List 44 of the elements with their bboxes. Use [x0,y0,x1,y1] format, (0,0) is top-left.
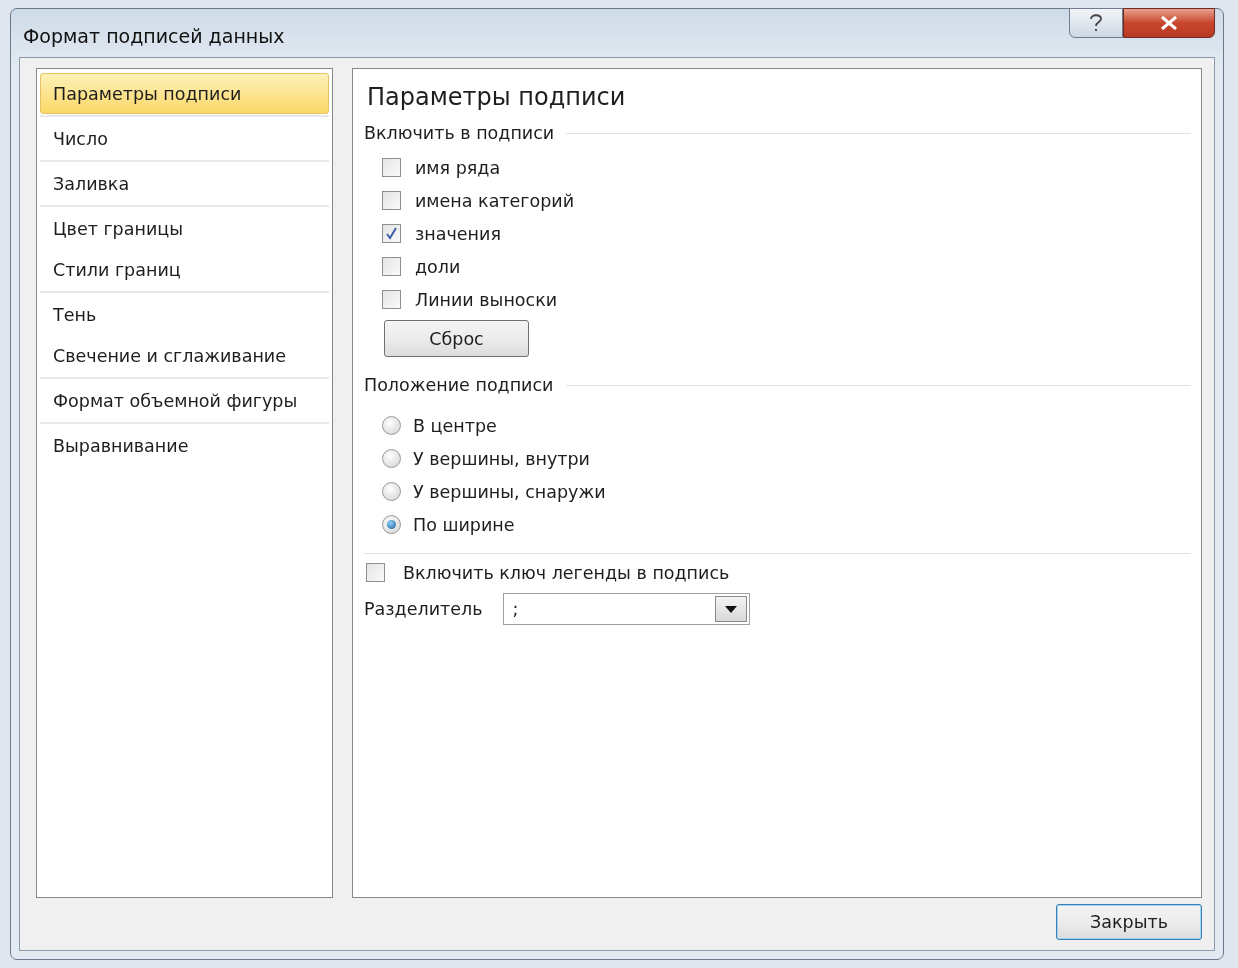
radio-label: По ширине [413,514,515,535]
help-button[interactable] [1069,8,1123,38]
radio-button[interactable] [382,515,401,534]
radio-label: У вершины, внутри [413,448,590,469]
category-item[interactable]: Формат объемной фигуры [40,380,329,421]
radio-label: В центре [413,415,497,436]
checkbox[interactable] [382,224,401,243]
category-item[interactable]: Заливка [40,163,329,204]
separator-label: Разделитель [364,599,483,619]
category-item[interactable]: Выравнивание [40,425,329,466]
dropdown-button[interactable] [715,596,748,622]
close-dialog-button[interactable]: Закрыть [1056,904,1202,940]
window-title: Формат подписей данных [22,24,285,47]
separator-dropdown[interactable]: ; [503,593,751,625]
checkbox-label: значения [415,223,501,244]
radio-button[interactable] [382,482,401,501]
section-heading: Положение подписи [364,375,554,395]
caret-icon [725,605,738,613]
category-item[interactable]: Свечение и сглаживание [40,335,329,376]
checkbox-label: имена категорий [415,190,575,211]
checkbox[interactable] [382,290,401,309]
close-icon [1159,16,1179,30]
reset-button[interactable]: Сброс [384,320,529,357]
checkbox-label: Линии выноски [415,289,558,310]
category-item[interactable]: Тень [40,294,329,335]
checkbox[interactable] [366,563,385,582]
checkbox[interactable] [382,191,401,210]
close-button[interactable] [1123,8,1215,38]
dropdown-value: ; [512,599,519,619]
help-icon [1089,13,1103,33]
radio-label: У вершины, снаружи [413,481,606,502]
category-item[interactable]: Цвет границы [40,208,329,249]
section-heading: Включить в подписи [364,123,555,143]
radio-button[interactable] [382,449,401,468]
checkbox[interactable] [382,158,401,177]
category-item[interactable]: Стили границ [40,249,329,290]
radio-button[interactable] [382,416,401,435]
category-item[interactable]: Число [40,118,329,159]
category-item[interactable]: Параметры подписи [40,73,329,114]
panel-title: Параметры подписи [366,83,627,113]
checkbox-label: Включить ключ легенды в подпись [403,562,730,583]
checkbox[interactable] [382,257,401,276]
checkbox-label: имя ряда [415,157,501,178]
checkbox-label: доли [415,256,461,277]
